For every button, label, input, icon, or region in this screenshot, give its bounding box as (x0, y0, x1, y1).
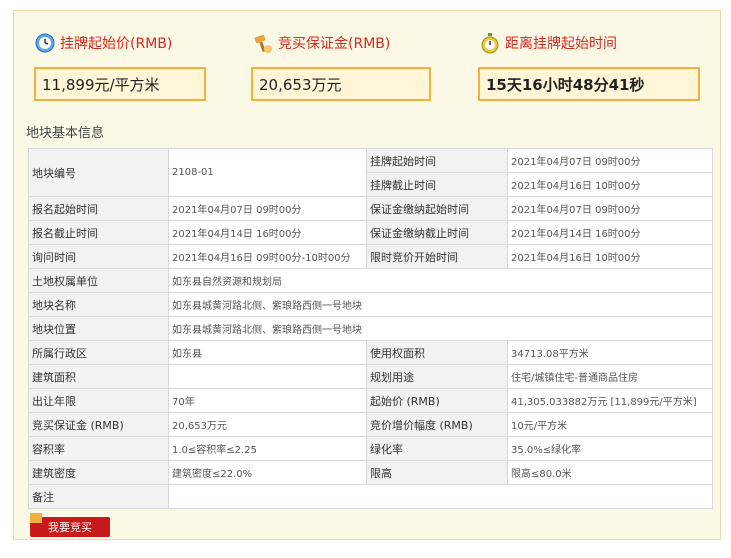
cell-value (168, 364, 367, 389)
cell-value: 2021年04月14日 16时00分 (168, 220, 367, 245)
section-title: 地块基本信息 (26, 126, 105, 141)
cell-label: 建筑密度 (28, 460, 169, 485)
cell-value: 2021年04月16日 10时00分 (507, 172, 713, 197)
cell-label: 限高 (366, 460, 508, 485)
table-row: 出让年限 70年 起始价 (RMB) 41,305.033882万元 [11,8… (28, 388, 713, 413)
parcel-info-table: 地块编号 2108-01 挂牌起始时间 2021年04月07日 09时00分 挂… (28, 148, 713, 509)
cell-value: 住宅/城镇住宅-普通商品住房 (507, 364, 713, 389)
cell-value: 2108-01 (168, 148, 367, 197)
cell-value: 建筑密度≤22.0% (168, 460, 367, 485)
cell-value: 70年 (168, 388, 367, 413)
cell-label: 竞价增价幅度 (RMB) (366, 412, 508, 437)
cell-label: 报名截止时间 (28, 220, 169, 245)
cell-label: 保证金缴纳截止时间 (366, 220, 508, 245)
cell-label: 报名起始时间 (28, 196, 169, 221)
table-row: 建筑密度 建筑密度≤22.0% 限高 限高≤80.0米 (28, 460, 713, 485)
cell-label: 竞买保证金 (RMB) (28, 412, 169, 437)
deposit-label: 竞买保证金(RMB) (278, 36, 391, 52)
table-row: 竞买保证金 (RMB) 20,653万元 竞价增价幅度 (RMB) 10元/平方… (28, 412, 713, 437)
cell-value: 如东县自然资源和规划局 (168, 268, 713, 293)
start-price-box: 11,899元/平方米 (34, 67, 206, 101)
cell-value: 2021年04月07日 09时00分 (168, 196, 367, 221)
cell-label: 使用权面积 (366, 340, 508, 365)
cell-label: 限时竞价开始时间 (366, 244, 508, 269)
table-row: 报名截止时间 2021年04月14日 16时00分 保证金缴纳截止时间 2021… (28, 220, 713, 245)
cell-value: 1.0≤容积率≤2.25 (168, 436, 367, 461)
cell-value: 20,653万元 (168, 412, 367, 437)
table-row: 所属行政区 如东县 使用权面积 34713.08平方米 (28, 340, 713, 365)
cell-label: 绿化率 (366, 436, 508, 461)
cell-value: 2021年04月14日 16时00分 (507, 220, 713, 245)
start-price-label: 挂牌起始价(RMB) (60, 36, 173, 52)
cell-value: 限高≤80.0米 (507, 460, 713, 485)
table-row: 备注 (28, 484, 713, 509)
cell-value: 2021年04月16日 09时00分-10时00分 (168, 244, 367, 269)
table-row: 地块编号 2108-01 挂牌起始时间 2021年04月07日 09时00分 (28, 148, 713, 197)
cell-label: 保证金缴纳起始时间 (366, 196, 508, 221)
cell-label: 建筑面积 (28, 364, 169, 389)
cell-value (168, 484, 713, 509)
cell-label: 挂牌起始时间 (366, 148, 508, 173)
cell-value: 34713.08平方米 (507, 340, 713, 365)
start-price-header: 挂牌起始价(RMB) (34, 32, 172, 54)
deposit-header: 竞买保证金(RMB) (252, 32, 390, 54)
cell-value: 10元/平方米 (507, 412, 713, 437)
cell-label: 所属行政区 (28, 340, 169, 365)
countdown-box: 15天16小时48分41秒 (478, 67, 700, 101)
table-row: 地块位置 如东县城黄河路北侧、紫琅路西侧一号地块 (28, 316, 713, 341)
cell-value: 2021年04月07日 09时00分 (507, 196, 713, 221)
cell-value: 41,305.033882万元 [11,899元/平方米] (507, 388, 713, 413)
cell-label: 容积率 (28, 436, 169, 461)
cell-value: 2021年04月07日 09时00分 (507, 148, 713, 173)
bid-button-label: 我要竞买 (48, 521, 92, 534)
table-row: 报名起始时间 2021年04月07日 09时00分 保证金缴纳起始时间 2021… (28, 196, 713, 221)
cell-label: 挂牌截止时间 (366, 172, 508, 197)
cell-label: 备注 (28, 484, 169, 509)
table-row: 土地权属单位 如东县自然资源和规划局 (28, 268, 713, 293)
countdown-header: 距离挂牌起始时间 (479, 32, 617, 54)
cell-label: 地块位置 (28, 316, 169, 341)
cell-value: 2021年04月16日 10时00分 (507, 244, 713, 269)
cell-label: 地块编号 (28, 148, 169, 197)
table-row: 容积率 1.0≤容积率≤2.25 绿化率 35.0%≤绿化率 (28, 436, 713, 461)
cell-label: 起始价 (RMB) (366, 388, 508, 413)
cell-label: 询问时间 (28, 244, 169, 269)
gavel-icon (254, 34, 272, 53)
cell-value: 如东县 (168, 340, 367, 365)
cell-label: 出让年限 (28, 388, 169, 413)
deposit-box: 20,653万元 (251, 67, 431, 101)
cell-label: 土地权属单位 (28, 268, 169, 293)
stopwatch-icon (481, 33, 499, 54)
cell-value: 35.0%≤绿化率 (507, 436, 713, 461)
table-row: 地块名称 如东县城黄河路北侧、紫琅路西侧一号地块 (28, 292, 713, 317)
cell-label: 地块名称 (28, 292, 169, 317)
clock-icon (35, 33, 55, 53)
table-row: 询问时间 2021年04月16日 09时00分-10时00分 限时竞价开始时间 … (28, 244, 713, 269)
cell-label: 规划用途 (366, 364, 508, 389)
cell-value: 如东县城黄河路北侧、紫琅路西侧一号地块 (168, 316, 713, 341)
countdown-label: 距离挂牌起始时间 (505, 36, 617, 52)
ribbon-icon (30, 513, 42, 523)
table-row: 建筑面积 规划用途 住宅/城镇住宅-普通商品住房 (28, 364, 713, 389)
bid-button[interactable]: 我要竞买 (30, 513, 110, 537)
cell-value: 如东县城黄河路北侧、紫琅路西侧一号地块 (168, 292, 713, 317)
